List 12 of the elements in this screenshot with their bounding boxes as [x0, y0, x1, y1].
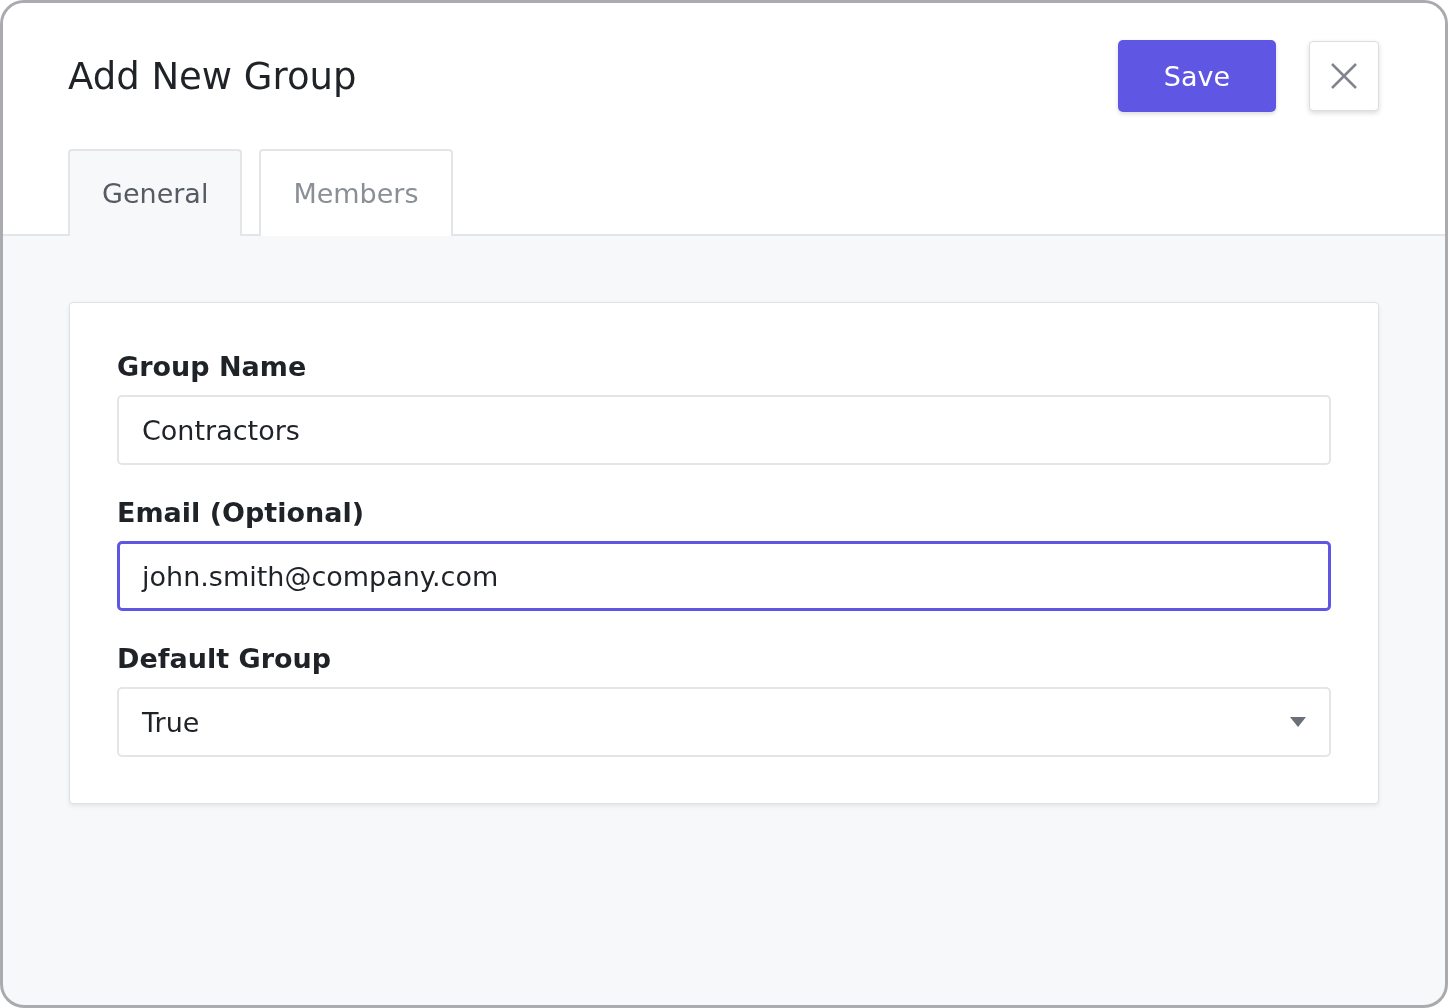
input-field[interactable]: Contractors	[117, 395, 1331, 465]
caret-icon	[1290, 717, 1306, 727]
tab[interactable]: General	[68, 149, 243, 236]
field-label: Default Group	[117, 643, 333, 674]
field-label: Email (Optional)	[117, 497, 366, 528]
input-field[interactable]: john.smith@company.com	[117, 541, 1331, 611]
field-label: Group Name	[117, 351, 308, 382]
save-button[interactable]: Save	[1118, 40, 1276, 112]
select-field[interactable]: True	[117, 687, 1331, 757]
close-button[interactable]	[1309, 41, 1379, 111]
close-icon	[1330, 62, 1358, 90]
dialog-title: Add New Group	[68, 54, 358, 98]
